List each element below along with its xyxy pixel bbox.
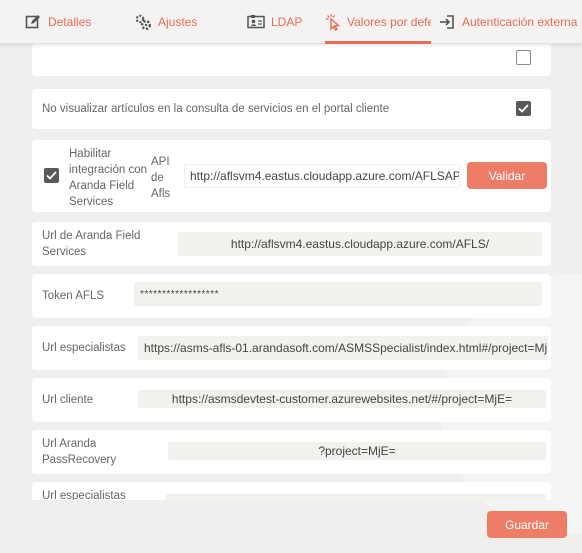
- tab-ajustes[interactable]: Ajustes: [134, 0, 197, 44]
- setting-card-url-especialistas-2: Url especialistas: [32, 482, 551, 500]
- settings-panel: No visualizar artículos en la consulta d…: [0, 44, 582, 553]
- tab-ldap[interactable]: LDAP: [247, 0, 302, 44]
- setting-card-url-afls: Url de Aranda Field Services http://afls…: [32, 222, 551, 266]
- edit-icon: [24, 13, 42, 31]
- guardar-button[interactable]: Guardar: [487, 511, 567, 538]
- tab-label: Valores por defecto: [347, 15, 431, 29]
- afls-enable-label: Habilitar integración con Aranda Field S…: [69, 148, 147, 208]
- checkbox-unchecked[interactable]: [516, 50, 531, 65]
- setting-card-afls: Habilitar integración con Aranda Field S…: [32, 140, 551, 212]
- setting-card-token: Token AFLS ******************: [32, 274, 551, 318]
- url-cliente-input[interactable]: https://asmsdevtest-customer.azurewebsit…: [138, 390, 546, 408]
- token-input[interactable]: ******************: [134, 282, 542, 306]
- tab-detalles[interactable]: Detalles: [24, 0, 91, 44]
- check-icon: [46, 171, 57, 180]
- tab-valores-por-defecto[interactable]: Valores por defecto: [325, 0, 431, 44]
- url-afls-input[interactable]: http://aflsvm4.eastus.cloudapp.azure.com…: [178, 232, 542, 256]
- url-passrecovery-input[interactable]: ?project=MjE=: [168, 442, 546, 460]
- api-afls-input[interactable]: http://aflsvm4.eastus.cloudapp.azure.com…: [184, 164, 460, 188]
- tab-label: Ajustes: [158, 15, 198, 29]
- setting-card-url-especialistas: Url especialistas https://asms-afls-01.a…: [32, 326, 551, 370]
- settings-scroll-area[interactable]: No visualizar artículos en la consulta d…: [20, 44, 562, 500]
- validar-button[interactable]: Validar: [467, 162, 547, 189]
- tab-label: Autenticación externa: [462, 15, 578, 29]
- no-visualizar-checkbox[interactable]: [516, 101, 531, 116]
- check-icon: [518, 104, 529, 113]
- url-afls-label: Url de Aranda Field Services: [42, 230, 141, 258]
- setting-card-no-visualizar: No visualizar artículos en la consulta d…: [32, 89, 551, 129]
- tab-bar: Detalles Ajustes LDAP Valores por defect…: [0, 0, 582, 44]
- gears-icon: [134, 13, 152, 31]
- setting-card-partial: [32, 44, 551, 76]
- url-especialistas-label: Url especialistas: [42, 342, 126, 354]
- afls-enable-checkbox[interactable]: [44, 168, 59, 183]
- tab-label: Detalles: [48, 15, 92, 29]
- token-label: Token AFLS: [42, 290, 105, 302]
- url-especialistas-2-input[interactable]: [166, 494, 546, 500]
- url-especialistas-2-label: Url especialistas: [42, 490, 126, 500]
- no-visualizar-label: No visualizar artículos en la consulta d…: [42, 103, 390, 115]
- sign-in-icon: [438, 13, 456, 31]
- setting-card-url-passrecovery: Url Aranda PassRecovery ?project=MjE=: [32, 430, 551, 474]
- setting-card-url-cliente: Url cliente https://asmsdevtest-customer…: [32, 378, 551, 422]
- scrollbar[interactable]: [565, 54, 575, 494]
- url-cliente-label: Url cliente: [42, 394, 94, 406]
- url-especialistas-input[interactable]: https://asms-afls-01.arandasoft.com/ASMS…: [138, 336, 548, 360]
- cursor-click-icon: [325, 13, 341, 31]
- id-card-icon: [247, 13, 265, 31]
- tab-label: LDAP: [271, 15, 303, 29]
- tab-autenticacion-externa[interactable]: Autenticación externa: [438, 0, 582, 44]
- url-passrecovery-label: Url Aranda PassRecovery: [42, 438, 117, 466]
- api-afls-label: API de Afls: [151, 156, 171, 200]
